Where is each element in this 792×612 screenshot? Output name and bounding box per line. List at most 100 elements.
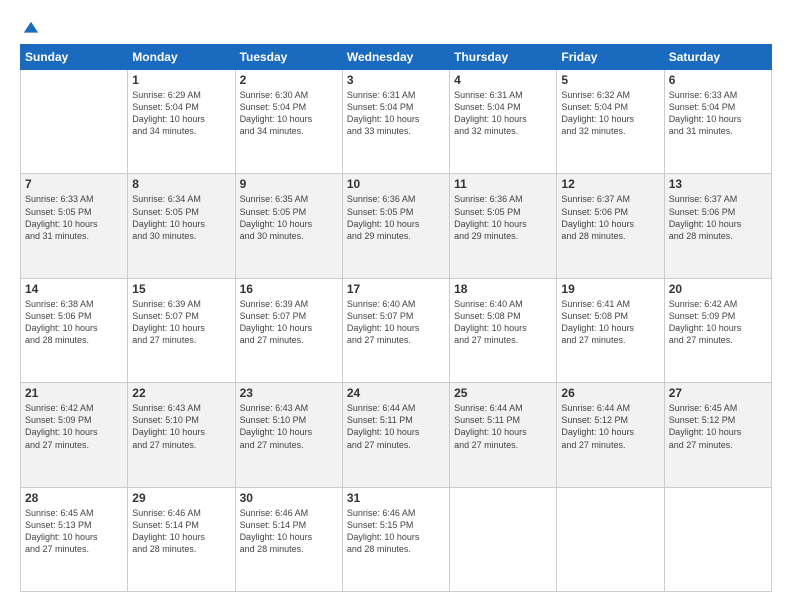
day-info: Sunrise: 6:44 AM Sunset: 5:11 PM Dayligh… — [454, 402, 552, 451]
day-number: 24 — [347, 386, 445, 400]
day-number: 26 — [561, 386, 659, 400]
day-number: 4 — [454, 73, 552, 87]
day-number: 19 — [561, 282, 659, 296]
calendar-cell: 3 Sunrise: 6:31 AM Sunset: 5:04 PM Daylig… — [342, 70, 449, 174]
calendar-cell: 4 Sunrise: 6:31 AM Sunset: 5:04 PM Daylig… — [450, 70, 557, 174]
day-number: 3 — [347, 73, 445, 87]
calendar-cell: 6 Sunrise: 6:33 AM Sunset: 5:04 PM Daylig… — [664, 70, 771, 174]
calendar-cell: 25 Sunrise: 6:44 AM Sunset: 5:11 PM Dayli… — [450, 383, 557, 487]
calendar-cell: 10 Sunrise: 6:36 AM Sunset: 5:05 PM Dayli… — [342, 174, 449, 278]
calendar-table: SundayMondayTuesdayWednesdayThursdayFrid… — [20, 44, 772, 592]
day-info: Sunrise: 6:35 AM Sunset: 5:05 PM Dayligh… — [240, 193, 338, 242]
weekday-friday: Friday — [557, 45, 664, 70]
day-info: Sunrise: 6:30 AM Sunset: 5:04 PM Dayligh… — [240, 89, 338, 138]
day-number: 11 — [454, 177, 552, 191]
day-info: Sunrise: 6:37 AM Sunset: 5:06 PM Dayligh… — [669, 193, 767, 242]
day-info: Sunrise: 6:36 AM Sunset: 5:05 PM Dayligh… — [454, 193, 552, 242]
calendar-cell: 21 Sunrise: 6:42 AM Sunset: 5:09 PM Dayli… — [21, 383, 128, 487]
day-info: Sunrise: 6:38 AM Sunset: 5:06 PM Dayligh… — [25, 298, 123, 347]
calendar-page: SundayMondayTuesdayWednesdayThursdayFrid… — [0, 0, 792, 612]
day-number: 25 — [454, 386, 552, 400]
weekday-thursday: Thursday — [450, 45, 557, 70]
day-info: Sunrise: 6:29 AM Sunset: 5:04 PM Dayligh… — [132, 89, 230, 138]
calendar-cell: 15Sunrise: 6:39 AM Sunset: 5:07 PM Dayli… — [128, 278, 235, 382]
day-number: 16 — [240, 282, 338, 296]
calendar-cell — [450, 487, 557, 591]
calendar-cell: 17 Sunrise: 6:40 AM Sunset: 5:07 PM Dayli… — [342, 278, 449, 382]
calendar-cell: 22Sunrise: 6:43 AM Sunset: 5:10 PM Dayli… — [128, 383, 235, 487]
day-info: Sunrise: 6:39 AM Sunset: 5:07 PM Dayligh… — [240, 298, 338, 347]
day-number: 31 — [347, 491, 445, 505]
day-info: Sunrise: 6:34 AM Sunset: 5:05 PM Dayligh… — [132, 193, 230, 242]
day-number: 20 — [669, 282, 767, 296]
day-number: 9 — [240, 177, 338, 191]
day-info: Sunrise: 6:39 AM Sunset: 5:07 PM Dayligh… — [132, 298, 230, 347]
calendar-cell: 29Sunrise: 6:46 AM Sunset: 5:14 PM Dayli… — [128, 487, 235, 591]
calendar-cell: 24 Sunrise: 6:44 AM Sunset: 5:11 PM Dayli… — [342, 383, 449, 487]
calendar-cell: 8 Sunrise: 6:34 AM Sunset: 5:05 PM Daylig… — [128, 174, 235, 278]
calendar-week-5: 28 Sunrise: 6:45 AM Sunset: 5:13 PM Dayli… — [21, 487, 772, 591]
calendar-cell: 18 Sunrise: 6:40 AM Sunset: 5:08 PM Dayli… — [450, 278, 557, 382]
day-number: 12 — [561, 177, 659, 191]
day-number: 17 — [347, 282, 445, 296]
calendar-cell: 9 Sunrise: 6:35 AM Sunset: 5:05 PM Daylig… — [235, 174, 342, 278]
day-number: 28 — [25, 491, 123, 505]
calendar-cell: 20 Sunrise: 6:42 AM Sunset: 5:09 PM Dayli… — [664, 278, 771, 382]
day-number: 29 — [132, 491, 230, 505]
calendar-cell: 19 Sunrise: 6:41 AM Sunset: 5:08 PM Dayli… — [557, 278, 664, 382]
day-info: Sunrise: 6:46 AM Sunset: 5:15 PM Dayligh… — [347, 507, 445, 556]
day-number: 14 — [25, 282, 123, 296]
day-info: Sunrise: 6:31 AM Sunset: 5:04 PM Dayligh… — [347, 89, 445, 138]
day-number: 22 — [132, 386, 230, 400]
day-number: 6 — [669, 73, 767, 87]
day-number: 5 — [561, 73, 659, 87]
calendar-cell: 26 Sunrise: 6:44 AM Sunset: 5:12 PM Dayli… — [557, 383, 664, 487]
day-info: Sunrise: 6:43 AM Sunset: 5:10 PM Dayligh… — [240, 402, 338, 451]
weekday-sunday: Sunday — [21, 45, 128, 70]
day-number: 23 — [240, 386, 338, 400]
calendar-cell: 28 Sunrise: 6:45 AM Sunset: 5:13 PM Dayli… — [21, 487, 128, 591]
weekday-header-row: SundayMondayTuesdayWednesdayThursdayFrid… — [21, 45, 772, 70]
day-info: Sunrise: 6:31 AM Sunset: 5:04 PM Dayligh… — [454, 89, 552, 138]
day-info: Sunrise: 6:46 AM Sunset: 5:14 PM Dayligh… — [240, 507, 338, 556]
calendar-week-3: 14 Sunrise: 6:38 AM Sunset: 5:06 PM Dayli… — [21, 278, 772, 382]
day-info: Sunrise: 6:44 AM Sunset: 5:11 PM Dayligh… — [347, 402, 445, 451]
day-number: 21 — [25, 386, 123, 400]
day-info: Sunrise: 6:40 AM Sunset: 5:08 PM Dayligh… — [454, 298, 552, 347]
calendar-cell: 2 Sunrise: 6:30 AM Sunset: 5:04 PM Daylig… — [235, 70, 342, 174]
calendar-cell: 30Sunrise: 6:46 AM Sunset: 5:14 PM Dayli… — [235, 487, 342, 591]
calendar-cell: 27Sunrise: 6:45 AM Sunset: 5:12 PM Dayli… — [664, 383, 771, 487]
day-number: 1 — [132, 73, 230, 87]
weekday-wednesday: Wednesday — [342, 45, 449, 70]
day-number: 2 — [240, 73, 338, 87]
calendar-cell: 7Sunrise: 6:33 AM Sunset: 5:05 PM Daylig… — [21, 174, 128, 278]
day-number: 13 — [669, 177, 767, 191]
logo-icon — [22, 20, 40, 38]
day-number: 10 — [347, 177, 445, 191]
day-info: Sunrise: 6:42 AM Sunset: 5:09 PM Dayligh… — [669, 298, 767, 347]
calendar-cell: 13 Sunrise: 6:37 AM Sunset: 5:06 PM Dayli… — [664, 174, 771, 278]
day-info: Sunrise: 6:40 AM Sunset: 5:07 PM Dayligh… — [347, 298, 445, 347]
calendar-cell: 31 Sunrise: 6:46 AM Sunset: 5:15 PM Dayli… — [342, 487, 449, 591]
calendar-cell: 1 Sunrise: 6:29 AM Sunset: 5:04 PM Daylig… — [128, 70, 235, 174]
day-info: Sunrise: 6:45 AM Sunset: 5:13 PM Dayligh… — [25, 507, 123, 556]
calendar-cell: 11 Sunrise: 6:36 AM Sunset: 5:05 PM Dayli… — [450, 174, 557, 278]
day-number: 8 — [132, 177, 230, 191]
calendar-cell: 16 Sunrise: 6:39 AM Sunset: 5:07 PM Dayli… — [235, 278, 342, 382]
day-number: 18 — [454, 282, 552, 296]
calendar-cell — [557, 487, 664, 591]
calendar-week-2: 7Sunrise: 6:33 AM Sunset: 5:05 PM Daylig… — [21, 174, 772, 278]
calendar-week-1: 1 Sunrise: 6:29 AM Sunset: 5:04 PM Daylig… — [21, 70, 772, 174]
weekday-tuesday: Tuesday — [235, 45, 342, 70]
day-info: Sunrise: 6:44 AM Sunset: 5:12 PM Dayligh… — [561, 402, 659, 451]
day-info: Sunrise: 6:41 AM Sunset: 5:08 PM Dayligh… — [561, 298, 659, 347]
day-info: Sunrise: 6:33 AM Sunset: 5:04 PM Dayligh… — [669, 89, 767, 138]
day-info: Sunrise: 6:36 AM Sunset: 5:05 PM Dayligh… — [347, 193, 445, 242]
day-info: Sunrise: 6:42 AM Sunset: 5:09 PM Dayligh… — [25, 402, 123, 451]
calendar-week-4: 21 Sunrise: 6:42 AM Sunset: 5:09 PM Dayli… — [21, 383, 772, 487]
day-info: Sunrise: 6:45 AM Sunset: 5:12 PM Dayligh… — [669, 402, 767, 451]
day-info: Sunrise: 6:33 AM Sunset: 5:05 PM Dayligh… — [25, 193, 123, 242]
calendar-cell — [21, 70, 128, 174]
header — [20, 20, 772, 34]
day-info: Sunrise: 6:37 AM Sunset: 5:06 PM Dayligh… — [561, 193, 659, 242]
